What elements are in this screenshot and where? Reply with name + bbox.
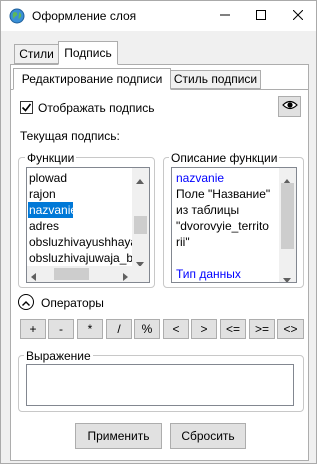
scroll-thumb[interactable] <box>134 216 147 234</box>
minimize-button[interactable] <box>207 1 243 31</box>
checkmark-icon <box>21 103 32 112</box>
description-line: rii" <box>176 235 190 249</box>
current-label-heading: Текущая подпись: <box>20 129 120 143</box>
chevron-up-icon <box>22 295 30 309</box>
globe-icon <box>9 8 25 24</box>
operator-multiply-button[interactable]: * <box>77 319 103 339</box>
description-line: из таблицы <box>176 203 240 217</box>
list-item[interactable]: obsluzhivajuwaja_bi <box>28 250 132 266</box>
description-box: nazvanie Поле "Название" из таблицы "dvo… <box>171 167 297 283</box>
maximize-button[interactable] <box>243 1 279 31</box>
list-item[interactable]: plowad <box>28 170 132 186</box>
preview-button[interactable] <box>278 96 301 117</box>
list-item[interactable]: rajon <box>28 186 132 202</box>
description-line: Поле "Название" <box>176 187 271 201</box>
expression-field[interactable] <box>26 364 294 406</box>
description-legend: Описание функции <box>169 151 280 165</box>
minimize-icon <box>220 9 230 23</box>
operators-label: Операторы <box>41 296 104 310</box>
function-name: nazvanie <box>176 171 225 185</box>
close-button[interactable] <box>280 1 316 31</box>
show-label-text: Отображать подпись <box>38 101 155 115</box>
reset-button[interactable]: Сбросить <box>170 423 246 449</box>
tab-edit-label[interactable]: Редактирование подписи <box>13 68 171 90</box>
show-label-checkbox[interactable] <box>20 101 33 114</box>
operator-not-equal-button[interactable]: <> <box>277 319 304 339</box>
operator-greater-equal-button[interactable]: >= <box>249 319 275 339</box>
operator-less-equal-button[interactable]: <= <box>220 319 246 339</box>
functions-legend: Функции <box>25 151 77 165</box>
functions-horizontal-scrollbar[interactable] <box>27 266 132 282</box>
functions-list[interactable]: plowad rajon nazvanie adres obsluzhivayu… <box>26 167 150 283</box>
operator-less-button[interactable]: < <box>163 319 189 339</box>
operator-modulo-button[interactable]: % <box>134 319 160 339</box>
tab-label-style[interactable]: Стиль подписи <box>170 70 261 89</box>
scroll-down-icon[interactable] <box>283 272 291 282</box>
scroll-up-icon[interactable] <box>136 173 144 187</box>
apply-button[interactable]: Применить <box>75 423 162 449</box>
tab-label-label: Подпись <box>64 46 112 60</box>
scroll-corner <box>132 266 149 282</box>
tab-styles[interactable]: Стили <box>14 44 59 64</box>
tab-label[interactable]: Подпись <box>58 41 118 65</box>
tab-label-style-text: Стиль подписи <box>173 72 258 86</box>
expression-legend: Выражение <box>24 349 93 363</box>
list-item[interactable]: obsluzhivayushhaya <box>28 234 132 250</box>
list-item[interactable]: adres <box>28 218 132 234</box>
description-vertical-scrollbar[interactable] <box>279 168 296 282</box>
scroll-thumb[interactable] <box>54 268 89 280</box>
data-type-label: Тип данных <box>176 267 241 281</box>
list-item-selected[interactable]: nazvanie <box>28 202 77 218</box>
operator-minus-button[interactable]: - <box>48 319 74 339</box>
close-icon <box>292 9 304 23</box>
scroll-left-icon[interactable] <box>31 270 36 282</box>
title-bar[interactable]: Оформление слоя <box>1 1 316 31</box>
operator-plus-button[interactable]: + <box>20 319 46 339</box>
scroll-right-icon[interactable] <box>123 270 128 282</box>
functions-vertical-scrollbar[interactable] <box>132 168 149 267</box>
tab-styles-label: Стили <box>19 47 54 61</box>
description-line: "dvorovyie_territo <box>176 219 269 233</box>
operators-toggle-button[interactable] <box>18 294 34 310</box>
scroll-thumb[interactable] <box>281 183 294 249</box>
window-title: Оформление слоя <box>32 9 137 23</box>
eye-icon <box>281 99 298 114</box>
maximize-icon <box>256 9 266 23</box>
label-tab-panel: Редактирование подписи Стиль подписи Ото… <box>10 64 309 461</box>
tab-edit-label-text: Редактирование подписи <box>21 72 163 86</box>
dialog-window: Оформление слоя Стили Подпись Редактиров… <box>0 0 317 464</box>
operator-greater-button[interactable]: > <box>191 319 217 339</box>
operator-divide-button[interactable]: / <box>106 319 132 339</box>
